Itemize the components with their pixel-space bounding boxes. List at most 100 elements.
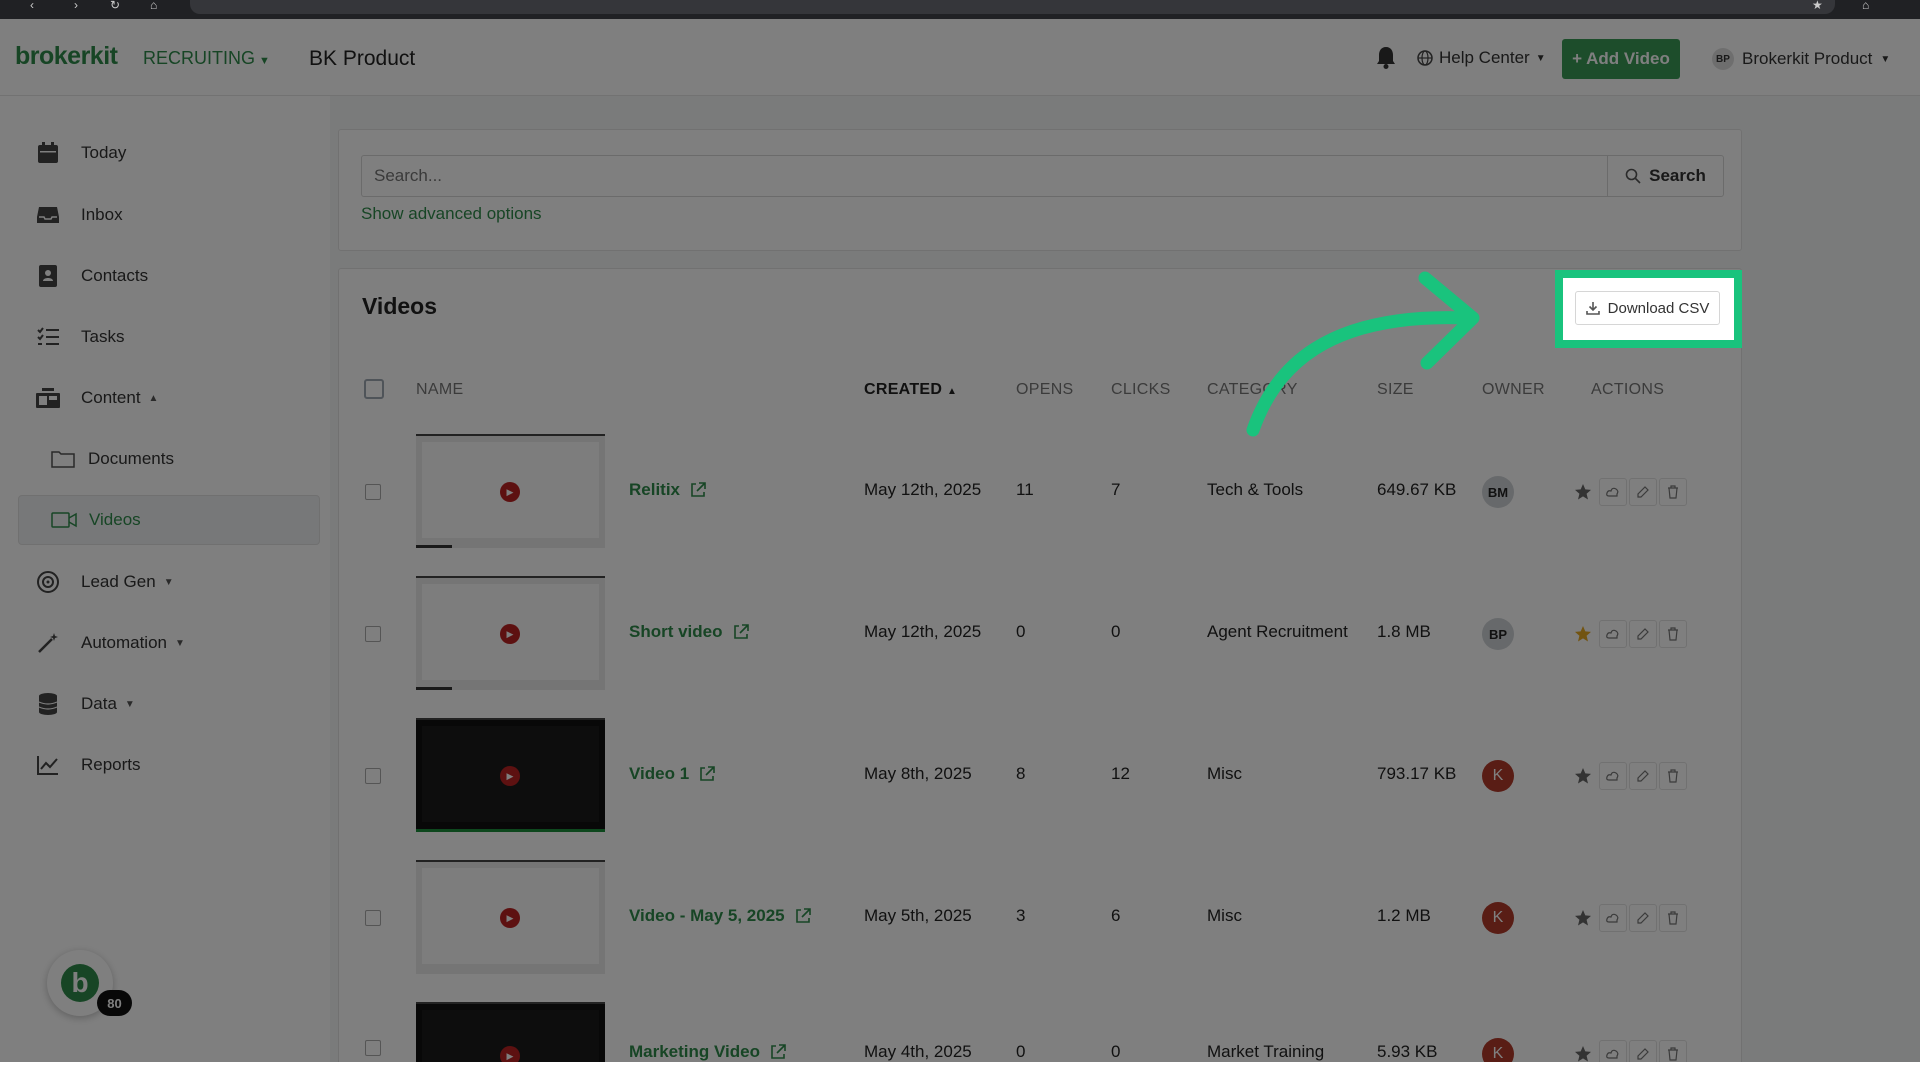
star-button[interactable] bbox=[1569, 478, 1597, 506]
videos-panel: Videos NAME CREATED ▲ OPENS CLICKS CATEG… bbox=[338, 268, 1742, 1068]
sidebar-item-documents[interactable]: Documents bbox=[18, 434, 320, 484]
delete-button[interactable] bbox=[1659, 478, 1687, 506]
account-name: Brokerkit Product bbox=[1742, 49, 1873, 68]
sidebar-item-automation[interactable]: Automation ▼ bbox=[18, 618, 320, 668]
upload-button[interactable] bbox=[1599, 904, 1627, 932]
brokerkit-logo[interactable]: brokerkit bbox=[15, 42, 118, 71]
edit-button[interactable] bbox=[1629, 762, 1657, 790]
video-name-link[interactable]: Relitix bbox=[629, 480, 706, 500]
help-center-dropdown[interactable]: Help Center ▼ bbox=[1417, 48, 1546, 68]
edit-button[interactable] bbox=[1629, 478, 1657, 506]
row-checkbox[interactable] bbox=[365, 1040, 381, 1056]
select-all-checkbox[interactable] bbox=[364, 379, 384, 399]
cloud-upload-icon bbox=[1606, 629, 1619, 639]
file-size: 649.67 KB bbox=[1377, 480, 1457, 499]
delete-button[interactable] bbox=[1659, 762, 1687, 790]
search-input[interactable] bbox=[361, 155, 1608, 197]
video-name-link[interactable]: Video 1 bbox=[629, 764, 715, 784]
owner-avatar: K bbox=[1482, 1038, 1514, 1062]
row-checkbox[interactable] bbox=[365, 768, 381, 784]
external-link-icon bbox=[691, 482, 706, 497]
column-header-created-label: CREATED bbox=[864, 381, 943, 398]
sidebar-item-videos[interactable]: Videos bbox=[18, 495, 320, 545]
video-thumbnail[interactable]: ▶ bbox=[416, 434, 605, 548]
column-header-name[interactable]: NAME bbox=[416, 381, 463, 399]
video-name-link[interactable]: Video - May 5, 2025 bbox=[629, 906, 811, 926]
upload-button[interactable] bbox=[1599, 478, 1627, 506]
back-icon[interactable]: ‹ bbox=[30, 0, 34, 11]
upload-button[interactable] bbox=[1599, 620, 1627, 648]
home-icon[interactable]: ⌂ bbox=[150, 0, 157, 11]
bell-icon[interactable] bbox=[1375, 45, 1397, 69]
magic-wand-icon bbox=[35, 630, 61, 656]
column-header-created[interactable]: CREATED ▲ bbox=[864, 381, 957, 399]
star-button[interactable] bbox=[1569, 620, 1597, 648]
sort-asc-icon: ▲ bbox=[947, 386, 958, 397]
upload-button[interactable] bbox=[1599, 1040, 1627, 1062]
video-name-link[interactable]: Marketing Video bbox=[629, 1042, 786, 1062]
star-icon bbox=[1575, 768, 1591, 784]
edit-button[interactable] bbox=[1629, 1040, 1657, 1062]
advanced-options-link[interactable]: Show advanced options bbox=[361, 204, 542, 224]
extensions-icon[interactable]: ⌂ bbox=[1862, 0, 1869, 11]
search-panel: Search Show advanced options bbox=[338, 129, 1742, 251]
sidebar-item-lead-gen[interactable]: Lead Gen ▼ bbox=[18, 557, 320, 607]
column-header-opens[interactable]: OPENS bbox=[1016, 381, 1074, 399]
table-row: ▶ Marketing Video May 4th, 2025 0 0 Mark… bbox=[339, 1002, 1743, 1062]
account-dropdown[interactable]: BP Brokerkit Product ▼ bbox=[1712, 48, 1890, 70]
owner-avatar: BM bbox=[1482, 476, 1514, 508]
sidebar-item-today[interactable]: Today bbox=[18, 128, 320, 178]
play-icon: ▶ bbox=[500, 1046, 520, 1062]
star-button[interactable] bbox=[1569, 904, 1597, 932]
bookmark-icon[interactable]: ★ bbox=[1812, 0, 1823, 11]
column-header-clicks[interactable]: CLICKS bbox=[1111, 381, 1171, 399]
caret-up-icon: ▲ bbox=[148, 392, 159, 404]
reload-icon[interactable]: ↻ bbox=[110, 0, 120, 11]
trash-icon bbox=[1668, 769, 1678, 783]
video-thumbnail[interactable]: ▶ bbox=[416, 576, 605, 690]
sidebar-item-data[interactable]: Data ▼ bbox=[18, 679, 320, 729]
trash-icon bbox=[1668, 1047, 1678, 1061]
row-checkbox[interactable] bbox=[365, 910, 381, 926]
sidebar-item-tasks[interactable]: Tasks bbox=[18, 312, 320, 362]
delete-button[interactable] bbox=[1659, 1040, 1687, 1062]
star-icon bbox=[1575, 626, 1591, 642]
sidebar-item-contacts[interactable]: Contacts bbox=[18, 251, 320, 301]
created-date: May 12th, 2025 bbox=[864, 622, 982, 641]
search-button[interactable]: Search bbox=[1607, 155, 1724, 197]
sidebar-item-inbox[interactable]: Inbox bbox=[18, 190, 320, 240]
sidebar-item-content[interactable]: Content ▲ bbox=[18, 373, 320, 423]
address-bar[interactable] bbox=[190, 0, 1835, 14]
cloud-upload-icon bbox=[1606, 771, 1619, 781]
video-thumbnail[interactable]: ▶ bbox=[416, 718, 605, 832]
row-checkbox[interactable] bbox=[365, 484, 381, 500]
delete-button[interactable] bbox=[1659, 904, 1687, 932]
row-actions bbox=[1569, 904, 1687, 932]
category: Market Training bbox=[1207, 1042, 1325, 1061]
contacts-icon bbox=[35, 263, 61, 289]
row-checkbox[interactable] bbox=[365, 626, 381, 642]
star-button[interactable] bbox=[1569, 762, 1597, 790]
video-name: Short video bbox=[629, 622, 723, 641]
edit-button[interactable] bbox=[1629, 620, 1657, 648]
video-thumbnail[interactable]: ▶ bbox=[416, 860, 605, 974]
edit-icon bbox=[1637, 628, 1649, 640]
clicks-count: 12 bbox=[1111, 764, 1130, 783]
video-name: Relitix bbox=[629, 480, 681, 499]
department-dropdown[interactable]: RECRUITING ▼ bbox=[143, 48, 270, 69]
delete-button[interactable] bbox=[1659, 620, 1687, 648]
add-video-button[interactable]: + Add Video bbox=[1562, 39, 1680, 79]
edit-button[interactable] bbox=[1629, 904, 1657, 932]
category: Agent Recruitment bbox=[1207, 622, 1348, 641]
upload-button[interactable] bbox=[1599, 762, 1627, 790]
video-thumbnail[interactable]: ▶ bbox=[416, 1002, 605, 1062]
star-button[interactable] bbox=[1569, 1040, 1597, 1062]
sidebar-item-label: Tasks bbox=[81, 327, 125, 346]
sidebar-item-reports[interactable]: Reports bbox=[18, 740, 320, 790]
play-icon: ▶ bbox=[500, 624, 520, 644]
forward-icon[interactable]: › bbox=[74, 0, 78, 11]
download-csv-button[interactable]: Download CSV bbox=[1575, 291, 1720, 325]
tasks-icon bbox=[35, 324, 61, 350]
external-link-icon bbox=[700, 766, 715, 781]
video-name-link[interactable]: Short video bbox=[629, 622, 749, 642]
